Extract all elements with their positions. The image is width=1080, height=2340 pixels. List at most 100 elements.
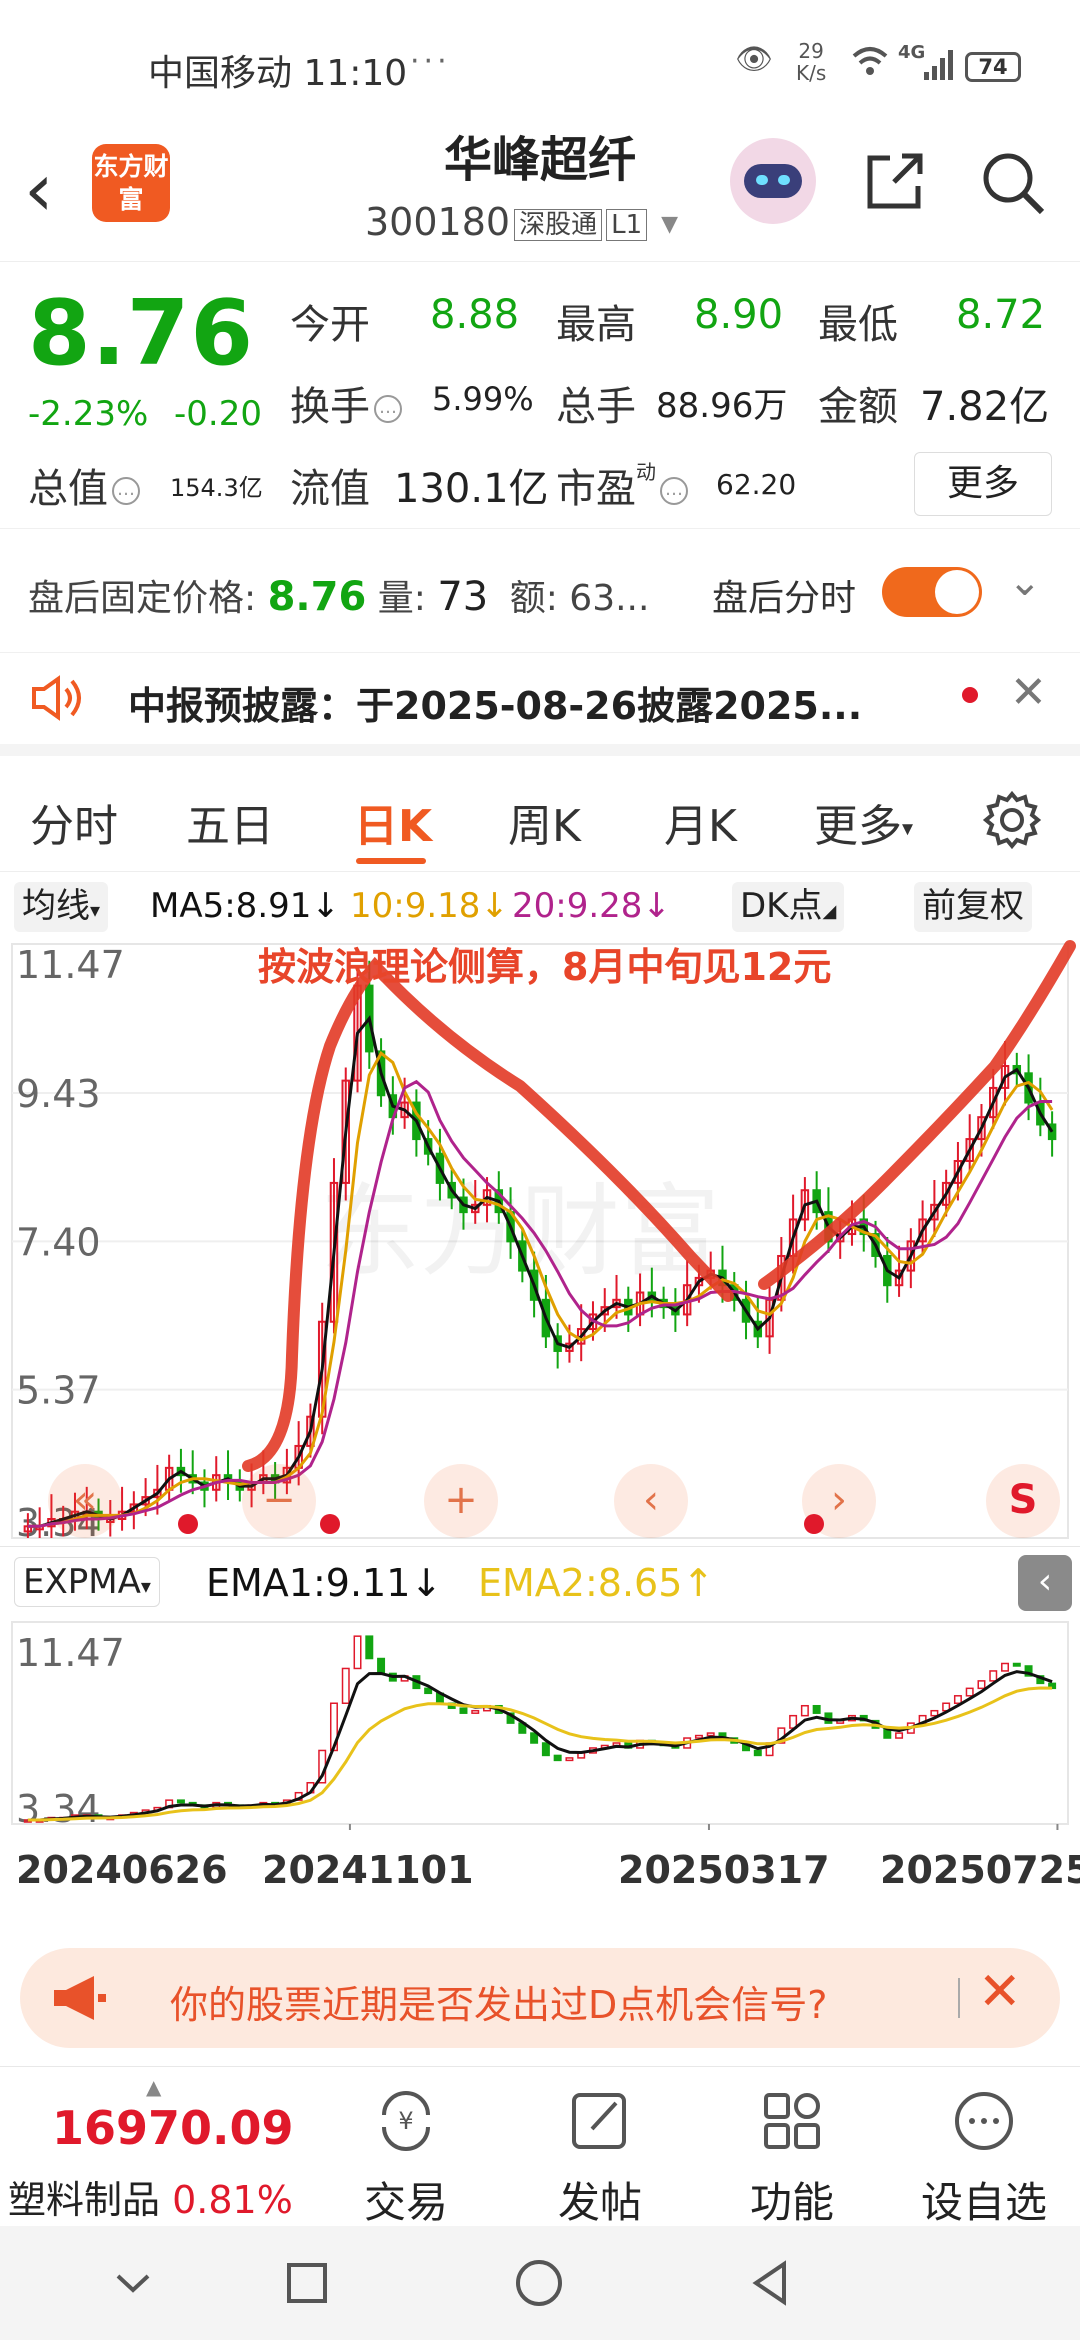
nav-label: 发帖 [557,2178,642,2227]
caret-down-icon: ▾ [140,1574,151,1598]
after-hours-amt-label: 额: [509,578,558,619]
tab-weekly-k[interactable]: 周K [508,790,581,854]
carrier-time: 中国移动 11:10 [148,53,408,94]
ema-chart[interactable]: 11.47 3.34 [0,1618,1080,1832]
after-hours-label: 盘后固定价格: [28,578,257,619]
stock-name: 华峰超纤 [443,132,636,188]
network-speed-unit: K/s [796,61,827,85]
sector-index-name[interactable]: 塑料制品 0.81% [8,2169,293,2224]
candlestick-svg: 11.479.437.405.373.34东方财富 [11,940,1076,1545]
ai-assistant-avatar[interactable] [730,138,816,224]
tab-five-day[interactable]: 五日 [186,790,274,854]
trade-icon: ¥ [382,2091,430,2151]
ema-candle [800,1704,809,1717]
adjust-button[interactable]: 前复权 [914,882,1032,932]
info-icon[interactable]: … [112,477,140,505]
y-tick-label: 11.47 [16,943,125,987]
nav-trade[interactable]: ¥ 交易 [336,2089,476,2227]
signal-s-icon[interactable]: S [986,1464,1060,1538]
pe-super: 动 [636,460,656,484]
ema-candle [541,1742,550,1757]
ema-candle [753,1749,762,1757]
system-nav-bar [0,2226,1080,2340]
ema-candle [353,1635,362,1670]
network-speed: 29 K/s [796,40,826,84]
close-icon[interactable]: ✕ [1010,667,1047,718]
collapse-panel-icon[interactable]: ‹ [1018,1555,1072,1611]
volume-value: 88.96万 [656,386,788,426]
tab-monthly-k[interactable]: 月K [664,790,737,854]
nav-post[interactable]: 发帖 [530,2089,670,2227]
zoom-out-far-icon[interactable]: « [48,1464,122,1538]
low-label: 最低 [818,302,898,348]
nav-functions[interactable]: 功能 [722,2089,862,2227]
ema-candle [694,1734,703,1739]
ema-candle [1012,1662,1021,1667]
edit-icon [572,2093,626,2149]
zoom-in-icon[interactable]: + [424,1464,498,1538]
banner-text[interactable]: 你的股票近期是否发出过D点机会信号? [170,1974,827,2029]
share-icon[interactable] [860,146,930,216]
ema-candle [176,1799,185,1804]
sector-index-value[interactable]: 16970.09 [52,2101,294,2155]
notification-icons: ··· [410,44,451,79]
chevron-up-icon[interactable]: ▲ [146,2075,161,2099]
zoom-out-icon[interactable]: − [242,1464,316,1538]
after-hours-vol-label: 量: [377,578,426,619]
stock-code-row[interactable]: 300180 深股通 L1 ▼ [365,200,678,247]
promo-banner[interactable]: 你的股票近期是否发出过D点机会信号? ✕ [20,1948,1060,2048]
y-tick-label: 11.47 [16,1631,125,1675]
after-hours-toggle[interactable] [882,567,982,617]
scroll-left-icon[interactable]: ‹ [614,1464,688,1538]
chart-tabs: 分时 五日 日K 周K 月K 更多▾ [0,768,1080,872]
app-logo: 东方财富 [92,144,170,222]
volume-label: 总手 [556,384,636,430]
gear-icon[interactable] [980,788,1044,852]
ema-candle [706,1732,715,1737]
notice-bar[interactable]: 中报预披露：于2025-08-26披露2025... ✕ [0,652,1080,756]
close-icon[interactable]: ✕ [978,1962,1022,2022]
info-icon[interactable]: … [660,477,688,505]
after-hours-chart-label: 盘后分时 [712,578,857,619]
tab-daily-k[interactable]: 日K [354,790,432,854]
wifi-icon [852,47,888,75]
speaker-icon [32,675,81,721]
ema-candle [965,1687,974,1697]
more-quote-button[interactable]: 更多 [914,452,1052,516]
notice-text[interactable]: 中报预披露：于2025-08-26披露2025... [128,675,862,730]
after-hours-amt: 63... [569,578,650,619]
ema-candle [812,1704,821,1714]
caret-down-icon: ▾ [902,816,914,842]
sector-index-change: 0.81% [172,2178,293,2222]
market-cap-label: 总值… [28,456,144,514]
app-logo-text: 东方财富 [93,152,169,214]
nav-add-watchlist[interactable]: 设自选 [914,2089,1054,2227]
ma-select[interactable]: 均线▾ [14,882,109,932]
tab-more[interactable]: 更多▾ [814,790,913,854]
chevron-down-icon[interactable] [110,2260,156,2306]
info-icon[interactable]: … [374,395,402,423]
ema-select[interactable]: EXPMA▾ [14,1557,160,1607]
high-label: 最高 [556,302,636,348]
ma5-value: MA5:8.91↓ [150,886,340,926]
ema-indicator-bar: EXPMA▾ EMA1:9.11↓ EMA2:8.65↑ ‹ [0,1546,1080,1616]
bottom-nav: ▲ 16970.09 塑料制品 0.81% ¥ 交易 发帖 功能 设自选 [0,2066,1080,2227]
battery-icon: 74 [965,52,1021,82]
chevron-down-icon[interactable]: ▼ [661,212,678,237]
status-bar: 中国移动 11:10 ··· 👁 29 K/s 4G 74 [0,0,1080,130]
y-tick-label: 5.37 [16,1369,101,1413]
dk-point-button[interactable]: DK点◢ [732,882,845,932]
date-label: 20250725 [880,1848,1080,1892]
candlestick-chart[interactable]: 11.47 9.43 7.40 5.37 3.34 东方财富 按波浪理论侧算，8月中旬见1… [0,936,1080,1546]
home-icon[interactable] [514,2258,564,2308]
back-nav-icon[interactable] [746,2258,796,2308]
more-circle-icon [955,2092,1013,2150]
grid-icon [764,2093,820,2149]
recents-icon[interactable] [284,2260,330,2306]
search-icon[interactable] [978,148,1048,218]
float-cap-value: 130.1亿 [394,466,549,512]
stock-code: 300180 [365,200,511,244]
chevron-down-icon[interactable]: ⌄ [1008,559,1042,605]
tab-intraday[interactable]: 分时 [30,790,118,854]
back-icon[interactable]: ‹ [24,150,84,230]
